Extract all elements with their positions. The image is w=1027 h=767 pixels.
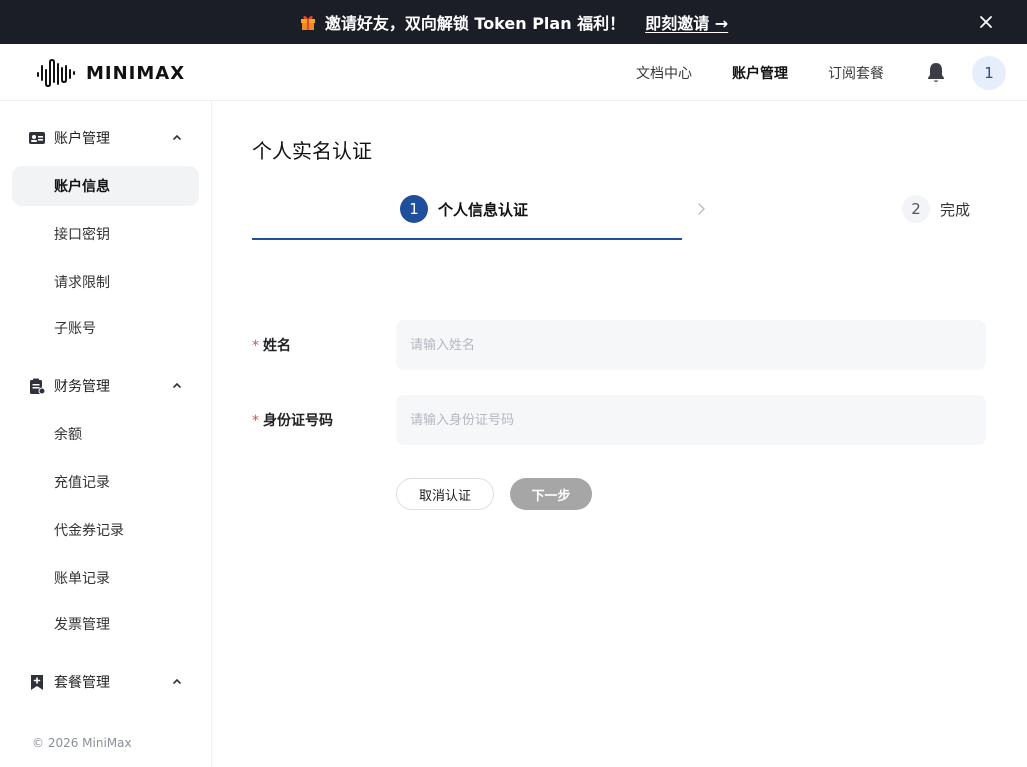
- avatar[interactable]: 1: [972, 55, 1006, 90]
- gift-icon: [299, 13, 317, 31]
- logo-waveform-icon: [37, 58, 75, 88]
- id-label-text: 身份证号码: [263, 413, 333, 429]
- sidebar-item-rate-limits[interactable]: 请求限制: [12, 262, 199, 302]
- sidebar-group-plans[interactable]: 套餐管理: [28, 670, 188, 694]
- logo-text: MINIMAX: [86, 62, 186, 84]
- step-personal-info: 1 个人信息认证: [400, 195, 528, 223]
- id-card-icon: [28, 129, 46, 147]
- chevron-up-icon: [172, 676, 182, 686]
- step-label: 个人信息认证: [438, 200, 529, 219]
- promo-banner: 邀请好友，双向解锁 Token Plan 福利！ 即刻邀请 →: [0, 0, 1027, 44]
- sidebar-item-recharge-records[interactable]: 充值记录: [12, 462, 199, 502]
- nav-subscription[interactable]: 订阅套餐: [828, 63, 884, 83]
- id-label: * 身份证号码: [252, 410, 333, 430]
- invite-link[interactable]: 即刻邀请 →: [645, 10, 728, 34]
- form-row-id: * 身份证号码: [252, 395, 987, 445]
- sidebar-item-voucher-records[interactable]: 代金券记录: [12, 510, 199, 550]
- sidebar-item-account-info[interactable]: 账户信息: [12, 166, 199, 206]
- top-header: MINIMAX 文档中心 账户管理 订阅套餐 1: [0, 44, 1027, 101]
- step-label: 完成: [940, 200, 971, 219]
- logo[interactable]: MINIMAX: [36, 58, 185, 88]
- next-step-button[interactable]: 下一步: [510, 478, 592, 510]
- sidebar-item-billing-records[interactable]: 账单记录: [12, 558, 199, 598]
- nav-account[interactable]: 账户管理: [732, 63, 788, 83]
- main-content: 个人实名认证 1 个人信息认证 2 完成 *姓名 *身份证号码 取消认证 下一步: [212, 101, 1027, 767]
- nav-docs[interactable]: 文档中心: [636, 63, 692, 83]
- stepper: 1 个人信息认证 2 完成: [252, 195, 987, 241]
- bell-icon[interactable]: [924, 61, 948, 85]
- id-number-input[interactable]: [396, 395, 986, 445]
- sidebar-item-sub-accounts[interactable]: 子账号: [12, 308, 199, 348]
- chevron-up-icon: [172, 380, 182, 390]
- required-mark: *: [252, 338, 259, 354]
- banner-text: 邀请好友，双向解锁 Token Plan 福利！: [324, 14, 626, 33]
- sidebar-group-label: 财务管理: [54, 379, 110, 395]
- sidebar-item-balance[interactable]: 余额: [12, 414, 199, 454]
- copyright: © 2026 MiniMax: [32, 736, 202, 756]
- cancel-verification-button[interactable]: 取消认证: [396, 478, 494, 510]
- name-input[interactable]: [396, 320, 986, 370]
- page-title: 个人实名认证: [252, 139, 372, 163]
- sidebar-group-account[interactable]: 账户管理: [28, 126, 188, 150]
- clipboard-icon: [28, 377, 46, 395]
- sidebar-group-finance[interactable]: 财务管理: [28, 374, 188, 398]
- bookmark-plus-icon: [28, 673, 46, 691]
- close-icon[interactable]: [977, 13, 995, 31]
- name-label-text: 姓名: [263, 338, 291, 354]
- sidebar-group-label: 套餐管理: [54, 675, 110, 691]
- step-progress-underline: [252, 238, 682, 240]
- form-row-name: * 姓名: [252, 320, 987, 370]
- step-complete: 2 完成: [902, 195, 970, 223]
- step-number: 2: [902, 195, 930, 223]
- required-mark: *: [252, 413, 259, 429]
- sidebar-item-api-keys[interactable]: 接口密钥: [12, 214, 199, 254]
- top-nav: 文档中心 账户管理 订阅套餐 1: [636, 44, 1027, 101]
- chevron-up-icon: [172, 132, 182, 142]
- step-number: 1: [400, 195, 428, 223]
- sidebar-group-label: 账户管理: [54, 131, 110, 147]
- name-label: * 姓名: [252, 335, 291, 355]
- sidebar: 账户管理 账户信息 接口密钥 请求限制 子账号 财务管理 余额 充值记录 代金券…: [0, 101, 212, 767]
- sidebar-item-invoices[interactable]: 发票管理: [12, 604, 199, 644]
- chevron-right-icon: [697, 202, 707, 216]
